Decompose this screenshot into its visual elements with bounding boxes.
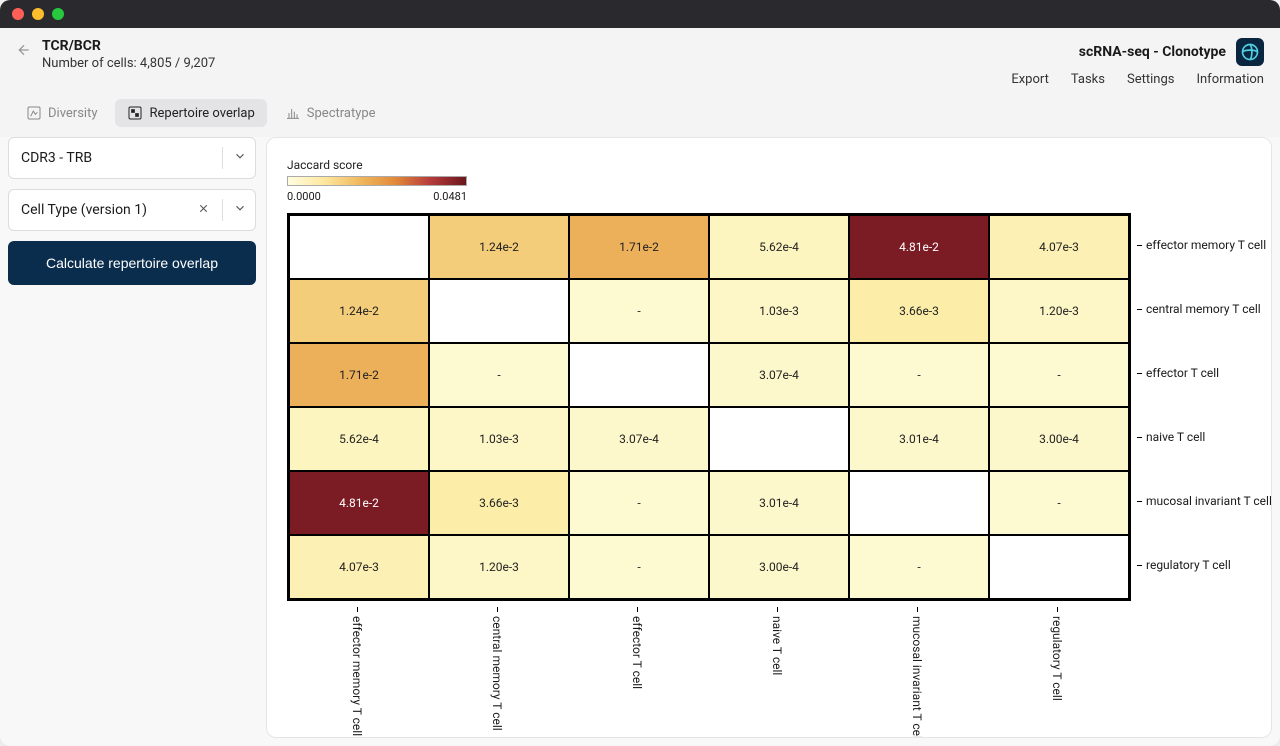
calculate-button[interactable]: Calculate repertoire overlap <box>8 241 256 285</box>
heatmap-cell: 3.01e-4 <box>849 407 989 471</box>
column-labels: effector memory T cellcentral memory T c… <box>287 607 1131 738</box>
heatmap-cell: 3.07e-4 <box>569 407 709 471</box>
clear-icon[interactable] <box>195 202 212 219</box>
row-labels: effector memory T cellcentral memory T c… <box>1137 213 1272 597</box>
heatmap-cell: - <box>429 343 569 407</box>
heatmap-cell <box>849 471 989 535</box>
col-label: naive T cell <box>707 607 847 738</box>
cell-count-label: Number of cells: 4,805 / 9,207 <box>42 56 215 71</box>
heatmap-cell: 1.20e-3 <box>989 279 1129 343</box>
color-legend: Jaccard score 0.0000 0.0481 <box>287 158 1255 203</box>
spectratype-icon <box>285 105 301 121</box>
heatmap-cell: 5.62e-4 <box>709 215 849 279</box>
heatmap-cell: 3.07e-4 <box>709 343 849 407</box>
select-value: CDR3 - TRB <box>21 150 92 166</box>
heatmap-cell: 3.00e-4 <box>709 535 849 599</box>
heatmap-cell: 1.03e-3 <box>429 407 569 471</box>
window-titlebar <box>0 0 1280 28</box>
heatmap-cell: 5.62e-4 <box>289 407 429 471</box>
select-cell-type[interactable]: Cell Type (version 1) <box>8 189 256 231</box>
legend-title: Jaccard score <box>287 158 1255 172</box>
tab-repertoire-overlap[interactable]: Repertoire overlap <box>115 99 266 127</box>
chevron-down-icon <box>233 201 247 219</box>
heatmap-cell: 3.01e-4 <box>709 471 849 535</box>
heatmap-cell: 3.00e-4 <box>989 407 1129 471</box>
row-label: naive T cell <box>1137 405 1272 469</box>
tab-spectratype[interactable]: Spectratype <box>273 99 388 127</box>
heatmap-cell: - <box>569 279 709 343</box>
heatmap-cell: 4.07e-3 <box>289 535 429 599</box>
heatmap-cell <box>569 343 709 407</box>
heatmap-cell: - <box>569 471 709 535</box>
heatmap-cell <box>289 215 429 279</box>
heatmap-grid: 1.24e-21.71e-25.62e-44.81e-24.07e-31.24e… <box>287 213 1131 601</box>
menu-export[interactable]: Export <box>1011 72 1049 87</box>
window-minimize-icon[interactable] <box>32 8 44 20</box>
window-close-icon[interactable] <box>12 8 24 20</box>
select-cdr3[interactable]: CDR3 - TRB <box>8 137 256 179</box>
row-label: effector T cell <box>1137 341 1272 405</box>
chevron-down-icon <box>233 149 247 167</box>
col-label: effector T cell <box>567 607 707 738</box>
heatmap-cell: 3.66e-3 <box>849 279 989 343</box>
diversity-icon <box>26 105 42 121</box>
legend-max: 0.0481 <box>433 190 467 203</box>
heatmap-cell: 1.71e-2 <box>289 343 429 407</box>
window-maximize-icon[interactable] <box>52 8 64 20</box>
heatmap-cell: 4.81e-2 <box>849 215 989 279</box>
menu-information[interactable]: Information <box>1196 72 1264 87</box>
row-label: effector memory T cell <box>1137 213 1272 277</box>
legend-min: 0.0000 <box>287 190 321 203</box>
app-logo-icon <box>1236 38 1264 66</box>
heatmap-cell: 1.24e-2 <box>429 215 569 279</box>
tab-label: Spectratype <box>307 106 376 121</box>
overlap-icon <box>127 105 143 121</box>
heatmap-cell: - <box>849 343 989 407</box>
tab-label: Diversity <box>48 106 97 121</box>
heatmap-cell <box>989 535 1129 599</box>
heatmap-cell: 1.24e-2 <box>289 279 429 343</box>
tab-diversity[interactable]: Diversity <box>14 99 109 127</box>
heatmap-cell: 1.20e-3 <box>429 535 569 599</box>
back-arrow-icon[interactable] <box>16 42 32 62</box>
heatmap-cell: 4.81e-2 <box>289 471 429 535</box>
page-title: TCR/BCR <box>42 38 215 54</box>
heatmap-cell: - <box>989 471 1129 535</box>
col-label: central memory T cell <box>427 607 567 738</box>
heatmap-cell <box>429 279 569 343</box>
menu-settings[interactable]: Settings <box>1127 72 1174 87</box>
heatmap-cell: 3.66e-3 <box>429 471 569 535</box>
heatmap-cell: - <box>989 343 1129 407</box>
heatmap-cell: 1.03e-3 <box>709 279 849 343</box>
col-label: mucosal invariant T cell <box>847 607 987 738</box>
project-title: scRNA-seq - Clonotype <box>1079 44 1226 60</box>
row-label: central memory T cell <box>1137 277 1272 341</box>
heatmap-cell <box>709 407 849 471</box>
row-label: mucosal invariant T cell <box>1137 469 1272 533</box>
heatmap-cell: 4.07e-3 <box>989 215 1129 279</box>
heatmap-cell: - <box>569 535 709 599</box>
legend-gradient <box>287 176 467 186</box>
select-value: Cell Type (version 1) <box>21 202 147 218</box>
row-label: regulatory T cell <box>1137 533 1272 597</box>
col-label: effector memory T cell <box>287 607 427 738</box>
tab-label: Repertoire overlap <box>149 106 254 121</box>
col-label: regulatory T cell <box>987 607 1127 738</box>
heatmap-cell: 1.71e-2 <box>569 215 709 279</box>
heatmap-cell: - <box>849 535 989 599</box>
menu-tasks[interactable]: Tasks <box>1071 72 1105 87</box>
